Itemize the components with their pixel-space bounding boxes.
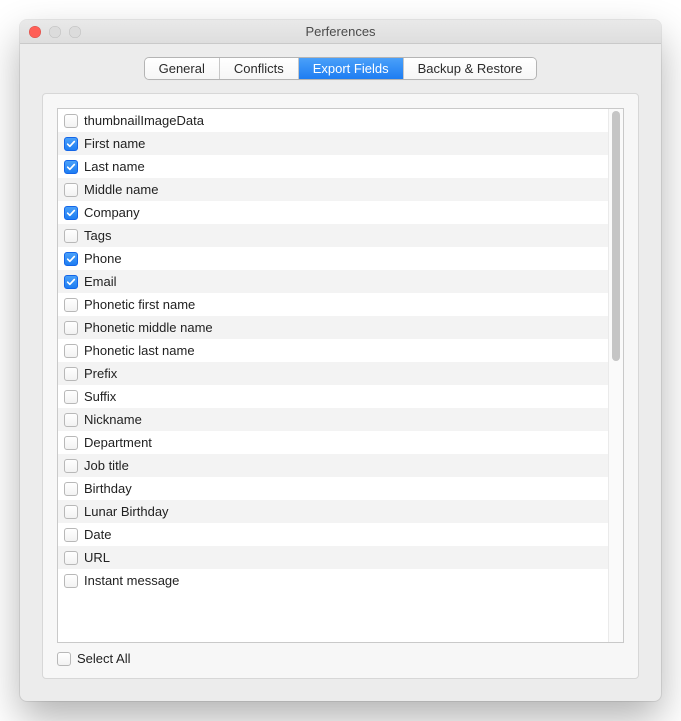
field-label: Tags bbox=[84, 228, 111, 243]
field-row[interactable]: Suffix bbox=[58, 385, 608, 408]
field-label: URL bbox=[84, 550, 110, 565]
field-label: Last name bbox=[84, 159, 145, 174]
field-checkbox[interactable] bbox=[64, 114, 78, 128]
field-row[interactable]: First name bbox=[58, 132, 608, 155]
field-label: Company bbox=[84, 205, 140, 220]
field-label: Birthday bbox=[84, 481, 132, 496]
field-checkbox[interactable] bbox=[64, 505, 78, 519]
field-label: Lunar Birthday bbox=[84, 504, 169, 519]
field-row[interactable]: Date bbox=[58, 523, 608, 546]
field-checkbox[interactable] bbox=[64, 436, 78, 450]
select-all-label: Select All bbox=[77, 651, 130, 666]
field-row[interactable]: Phonetic first name bbox=[58, 293, 608, 316]
field-checkbox[interactable] bbox=[64, 321, 78, 335]
fields-list-container: thumbnailImageData First name Last name Mid… bbox=[57, 108, 624, 643]
field-checkbox[interactable] bbox=[64, 367, 78, 381]
field-checkbox[interactable] bbox=[64, 413, 78, 427]
field-row[interactable]: Birthday bbox=[58, 477, 608, 500]
field-row[interactable]: Instant message bbox=[58, 569, 608, 592]
field-checkbox[interactable] bbox=[64, 275, 78, 289]
field-checkbox[interactable] bbox=[64, 344, 78, 358]
field-label: Instant message bbox=[84, 573, 179, 588]
field-checkbox[interactable] bbox=[64, 206, 78, 220]
tab-backup-restore[interactable]: Backup & Restore bbox=[404, 58, 537, 79]
field-checkbox[interactable] bbox=[64, 528, 78, 542]
field-row[interactable]: Middle name bbox=[58, 178, 608, 201]
field-checkbox[interactable] bbox=[64, 252, 78, 266]
field-label: Job title bbox=[84, 458, 129, 473]
export-fields-panel: thumbnailImageData First name Last name Mid… bbox=[42, 93, 639, 679]
field-label: Suffix bbox=[84, 389, 116, 404]
tab-conflicts[interactable]: Conflicts bbox=[220, 58, 299, 79]
field-row[interactable]: Job title bbox=[58, 454, 608, 477]
field-row[interactable]: Department bbox=[58, 431, 608, 454]
field-checkbox[interactable] bbox=[64, 183, 78, 197]
tab-export-fields[interactable]: Export Fields bbox=[299, 58, 404, 79]
field-label: Prefix bbox=[84, 366, 117, 381]
field-label: Phonetic first name bbox=[84, 297, 195, 312]
field-row[interactable]: Last name bbox=[58, 155, 608, 178]
field-row[interactable]: Prefix bbox=[58, 362, 608, 385]
field-label: Phonetic last name bbox=[84, 343, 195, 358]
field-label: First name bbox=[84, 136, 145, 151]
tab-general[interactable]: General bbox=[145, 58, 220, 79]
field-checkbox[interactable] bbox=[64, 574, 78, 588]
field-row[interactable]: Phonetic last name bbox=[58, 339, 608, 362]
close-icon[interactable] bbox=[29, 26, 41, 38]
select-all-row[interactable]: Select All bbox=[57, 643, 624, 666]
tab-label: Export Fields bbox=[313, 61, 389, 76]
field-row[interactable]: Email bbox=[58, 270, 608, 293]
field-row[interactable]: thumbnailImageData bbox=[58, 109, 608, 132]
scrollbar-track[interactable] bbox=[608, 109, 623, 642]
field-checkbox[interactable] bbox=[64, 229, 78, 243]
field-row[interactable]: Company bbox=[58, 201, 608, 224]
field-checkbox[interactable] bbox=[64, 298, 78, 312]
tab-label: General bbox=[159, 61, 205, 76]
field-row[interactable]: Nickname bbox=[58, 408, 608, 431]
field-label: Department bbox=[84, 435, 152, 450]
field-label: Phonetic middle name bbox=[84, 320, 213, 335]
field-label: thumbnailImageData bbox=[84, 113, 204, 128]
window-body: General Conflicts Export Fields Backup & Re… bbox=[20, 44, 661, 701]
traffic-lights bbox=[29, 26, 81, 38]
fields-list[interactable]: thumbnailImageData First name Last name Mid… bbox=[58, 109, 608, 642]
field-checkbox[interactable] bbox=[64, 160, 78, 174]
window-title: Perferences bbox=[20, 24, 661, 39]
field-label: Email bbox=[84, 274, 117, 289]
preferences-window: Perferences General Conflicts Export Field… bbox=[20, 20, 661, 701]
tab-label: Backup & Restore bbox=[418, 61, 523, 76]
zoom-icon[interactable] bbox=[69, 26, 81, 38]
select-all-checkbox[interactable] bbox=[57, 652, 71, 666]
field-checkbox[interactable] bbox=[64, 459, 78, 473]
scrollbar-thumb[interactable] bbox=[612, 111, 620, 361]
tab-label: Conflicts bbox=[234, 61, 284, 76]
segmented-tabs: General Conflicts Export Fields Backup & Re… bbox=[145, 58, 537, 79]
field-row[interactable]: Phonetic middle name bbox=[58, 316, 608, 339]
field-row[interactable]: URL bbox=[58, 546, 608, 569]
minimize-icon[interactable] bbox=[49, 26, 61, 38]
field-label: Middle name bbox=[84, 182, 158, 197]
field-checkbox[interactable] bbox=[64, 482, 78, 496]
field-checkbox[interactable] bbox=[64, 551, 78, 565]
field-row[interactable]: Tags bbox=[58, 224, 608, 247]
field-row[interactable]: Lunar Birthday bbox=[58, 500, 608, 523]
field-label: Date bbox=[84, 527, 111, 542]
field-label: Nickname bbox=[84, 412, 142, 427]
field-label: Phone bbox=[84, 251, 122, 266]
field-row[interactable]: Phone bbox=[58, 247, 608, 270]
field-checkbox[interactable] bbox=[64, 137, 78, 151]
title-bar: Perferences bbox=[20, 20, 661, 44]
field-checkbox[interactable] bbox=[64, 390, 78, 404]
